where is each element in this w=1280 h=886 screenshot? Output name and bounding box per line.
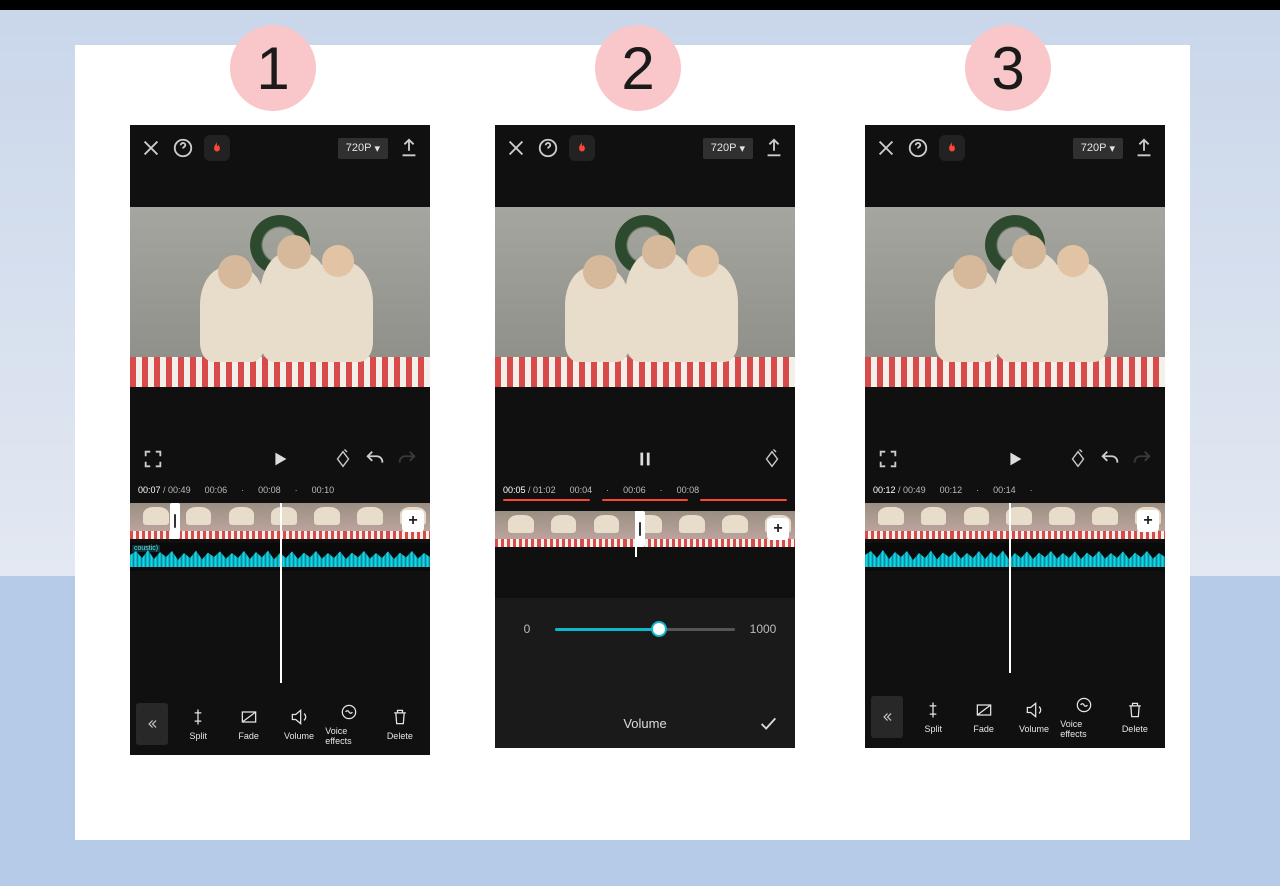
playhead[interactable]: [280, 503, 282, 683]
help-icon[interactable]: [172, 137, 194, 159]
resolution-button[interactable]: 720P▾: [1073, 138, 1123, 159]
add-clip-button[interactable]: +: [767, 518, 789, 540]
track-indicators: [503, 499, 787, 505]
step-badge-1: 1: [230, 25, 316, 111]
phone-screen-1: 720P▾: [130, 125, 430, 755]
tool-fade[interactable]: Fade: [959, 700, 1007, 734]
chevron-down-icon: ▾: [1109, 142, 1115, 155]
close-icon[interactable]: [875, 137, 897, 159]
volume-max-label: 1000: [749, 622, 777, 636]
step-badge-2: 2: [595, 25, 681, 111]
chevron-down-icon: ▾: [374, 142, 380, 155]
video-preview[interactable]: [130, 207, 430, 387]
video-preview[interactable]: [865, 207, 1165, 387]
timecode-row: 00:05 / 01:02 00:04· 00:06· 00:08: [495, 483, 795, 497]
add-clip-button[interactable]: +: [1137, 510, 1159, 532]
tool-split[interactable]: Split: [174, 707, 222, 741]
confirm-icon[interactable]: [757, 712, 779, 734]
close-icon[interactable]: [140, 137, 162, 159]
chevron-down-icon: ▾: [739, 142, 745, 155]
tool-delete[interactable]: Delete: [376, 707, 424, 741]
playback-controls: [130, 435, 430, 483]
play-icon[interactable]: [269, 448, 291, 470]
volume-panel-title: Volume: [623, 716, 666, 731]
export-icon[interactable]: [398, 137, 420, 159]
tools-toolbar: Split Fade Volume Voice effects Delete: [865, 686, 1165, 748]
play-icon[interactable]: [1004, 448, 1026, 470]
keyframe-icon[interactable]: [1067, 448, 1089, 470]
audio-track[interactable]: [865, 543, 1165, 571]
clip-trim-handle[interactable]: [170, 503, 180, 539]
export-icon[interactable]: [763, 137, 785, 159]
playhead[interactable]: [635, 511, 637, 557]
flame-icon[interactable]: [939, 135, 965, 161]
export-icon[interactable]: [1133, 137, 1155, 159]
step-badge-3: 3: [965, 25, 1051, 111]
add-clip-button[interactable]: +: [402, 510, 424, 532]
topbar: 720P▾: [495, 125, 795, 171]
tool-volume[interactable]: Volume: [275, 707, 323, 741]
phone-screen-3: 720P▾ 00:12 / 00:49 00:12: [865, 125, 1165, 748]
undo-icon[interactable]: [1099, 448, 1121, 470]
tool-delete[interactable]: Delete: [1111, 700, 1159, 734]
resolution-button[interactable]: 720P▾: [338, 138, 388, 159]
audio-clip-label: coustic): [132, 545, 160, 552]
timecode-row: 00:12 / 00:49 00:12· 00:14·: [865, 483, 1165, 497]
flame-icon[interactable]: [204, 135, 230, 161]
topbar: 720P▾: [130, 125, 430, 171]
help-icon[interactable]: [537, 137, 559, 159]
phone-screen-2: 720P▾ 00:05 / 01:02 00:04· 00:06· 00:08: [495, 125, 795, 748]
redo-icon[interactable]: [396, 448, 418, 470]
timecode-row: 00:07 / 00:49 00:06 · 00:08 · 00:10: [130, 483, 430, 497]
volume-panel: 0 1000 Volume: [495, 598, 795, 748]
tools-toolbar: Split Fade Volume Voice effects Delete: [130, 693, 430, 755]
tool-volume[interactable]: Volume: [1010, 700, 1058, 734]
video-preview[interactable]: [495, 207, 795, 387]
topbar: 720P▾: [865, 125, 1165, 171]
resolution-label: 720P: [346, 142, 372, 154]
help-icon[interactable]: [907, 137, 929, 159]
back-button[interactable]: [136, 703, 168, 745]
tutorial-card: 1 2 3 720P▾: [75, 45, 1190, 840]
keyframe-icon[interactable]: [332, 448, 354, 470]
clip-track[interactable]: +: [495, 511, 795, 547]
playhead[interactable]: [1009, 503, 1011, 673]
keyframe-icon[interactable]: [761, 448, 783, 470]
resolution-button[interactable]: 720P▾: [703, 138, 753, 159]
resolution-label: 720P: [1081, 142, 1107, 154]
playback-controls: [495, 435, 795, 483]
pause-icon[interactable]: [634, 448, 656, 470]
resolution-label: 720P: [711, 142, 737, 154]
back-button[interactable]: [871, 696, 903, 738]
tool-split[interactable]: Split: [909, 700, 957, 734]
close-icon[interactable]: [505, 137, 527, 159]
clip-track[interactable]: +: [865, 503, 1165, 539]
tool-voice-effects[interactable]: Voice effects: [1060, 695, 1108, 739]
tool-voice-effects[interactable]: Voice effects: [325, 702, 373, 746]
fullscreen-icon[interactable]: [142, 448, 164, 470]
undo-icon[interactable]: [364, 448, 386, 470]
redo-icon[interactable]: [1131, 448, 1153, 470]
volume-min-label: 0: [513, 622, 541, 636]
tool-fade[interactable]: Fade: [224, 707, 272, 741]
volume-slider-thumb[interactable]: [651, 621, 667, 637]
playback-controls: [865, 435, 1165, 483]
fullscreen-icon[interactable]: [877, 448, 899, 470]
volume-slider[interactable]: [555, 628, 735, 631]
flame-icon[interactable]: [569, 135, 595, 161]
